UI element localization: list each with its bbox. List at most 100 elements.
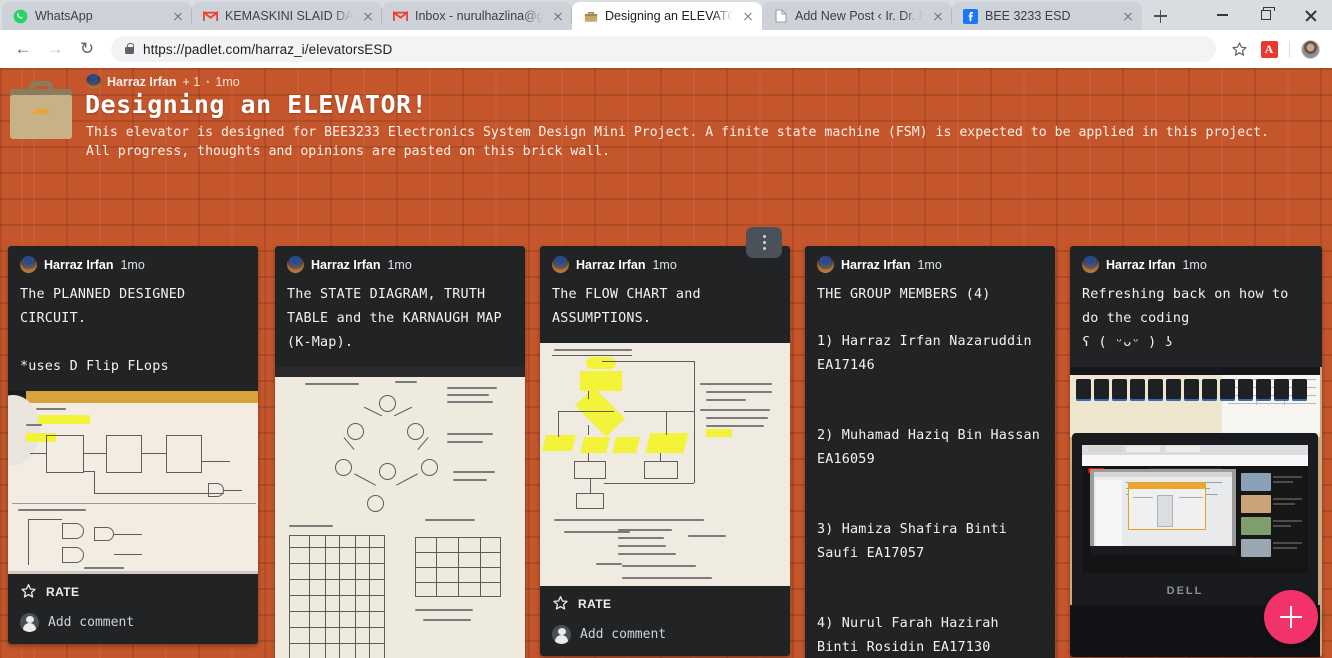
post-photo-state-diagram-kmap[interactable] [275, 367, 525, 658]
avatar [20, 256, 37, 273]
close-icon[interactable] [930, 8, 946, 24]
add-post-button[interactable] [1264, 590, 1318, 644]
address-bar[interactable]: https://padlet.com/harraz_i/elevatorsESD [111, 36, 1216, 62]
tab-title: BEE 3233 ESD [985, 9, 1071, 23]
byline-separator: • [206, 76, 210, 87]
avatar [287, 256, 304, 273]
post-author: Harraz Irfan [1106, 257, 1176, 272]
post-photo-flow-chart[interactable] [540, 343, 790, 586]
browser-tab-add-new-post[interactable]: Add New Post ‹ Ir. Dr. N [762, 2, 952, 30]
post-card[interactable]: Harraz Irfan 1mo The STATE DIAGRAM, TRUT… [275, 246, 525, 658]
dot [762, 235, 766, 238]
post-card[interactable]: Harraz Irfan 1mo The PLANNED DESIGNED CI… [8, 246, 258, 644]
tab-title: Designing an ELEVATOR [605, 9, 733, 23]
gmail-icon [203, 9, 218, 24]
post-text: The STATE DIAGRAM, TRUTH TABLE and the K… [287, 287, 502, 350]
add-comment-label: Add comment [48, 615, 135, 630]
gmail-icon [393, 9, 408, 24]
bookmark-star-icon[interactable] [1225, 35, 1253, 63]
byline-age: 1mo [215, 74, 240, 89]
post-author-row: Harraz Irfan 1mo [275, 246, 525, 275]
browser-toolbar: ← → ↻ https://padlet.com/harraz_i/elevat… [0, 30, 1332, 68]
close-icon[interactable] [170, 8, 186, 24]
post-text: The FLOW CHART and ASSUMPTIONS. [552, 287, 701, 326]
close-icon[interactable] [550, 8, 566, 24]
post-author: Harraz Irfan [841, 257, 911, 272]
avatar [817, 256, 834, 273]
post-footer: RATE Add comment [540, 586, 790, 656]
post-age: 1mo [120, 257, 145, 272]
browser-tab-whatsapp[interactable]: WhatsApp [2, 2, 192, 30]
add-comment-button[interactable]: Add comment [552, 625, 778, 644]
rate-button[interactable]: RATE [20, 583, 246, 600]
minimize-button[interactable] [1200, 0, 1244, 30]
star-icon [552, 595, 569, 612]
avatar [20, 613, 39, 632]
padlet-board: Harraz Irfan + 1 • 1mo Designing an ELEV… [0, 68, 1332, 658]
post-age: 1mo [1182, 257, 1207, 272]
add-comment-button[interactable]: Add comment [20, 613, 246, 632]
avatar [552, 625, 571, 644]
post-columns: Harraz Irfan 1mo The PLANNED DESIGNED CI… [0, 246, 1332, 658]
rate-label: RATE [578, 596, 612, 611]
close-window-button[interactable] [1288, 0, 1332, 30]
browser-tab-inbox-gmail[interactable]: Inbox - nurulhazlina@g [382, 2, 572, 30]
tab-title: WhatsApp [35, 9, 93, 23]
padlet-byline: Harraz Irfan + 1 • 1mo [86, 74, 1332, 89]
dot [762, 241, 766, 244]
board-options-menu[interactable] [746, 227, 782, 258]
browser-tab-designing-an-elevator[interactable]: Designing an ELEVATOR [572, 2, 762, 30]
url-text: https://padlet.com/harraz_i/elevatorsESD [143, 41, 393, 57]
column-4: Harraz Irfan 1mo THE GROUP MEMBERS (4) 1… [805, 246, 1055, 658]
rate-label: RATE [46, 584, 80, 599]
tab-title: Inbox - nurulhazlina@g [415, 9, 543, 23]
page-title: Designing an ELEVATOR! [85, 90, 428, 119]
profile-avatar-icon[interactable] [1296, 35, 1324, 63]
tab-title: KEMASKINI SLAID DATA [225, 9, 353, 23]
post-age: 1mo [917, 257, 942, 272]
pdf-glyph: A [1260, 40, 1278, 58]
post-author: Harraz Irfan [44, 257, 114, 272]
column-3: Harraz Irfan 1mo The FLOW CHART and ASSU… [540, 246, 790, 658]
rate-button[interactable]: RATE [552, 595, 778, 612]
column-2: Harraz Irfan 1mo The STATE DIAGRAM, TRUT… [275, 246, 525, 658]
close-icon[interactable] [360, 8, 376, 24]
post-text: The PLANNED DESIGNED CIRCUIT. *uses D Fl… [20, 287, 186, 374]
post-card[interactable]: Harraz Irfan 1mo THE GROUP MEMBERS (4) 1… [805, 246, 1055, 658]
browser-window: WhatsApp KEMASKINI SLAID DATA Inbox - nu… [0, 0, 1332, 68]
close-icon[interactable] [1120, 8, 1136, 24]
back-button[interactable]: ← [8, 34, 38, 64]
post-card[interactable]: Harraz Irfan 1mo The FLOW CHART and ASSU… [540, 246, 790, 656]
avatar [1082, 256, 1099, 273]
post-author: Harraz Irfan [576, 257, 646, 272]
post-text: Refreshing back on how to do the coding … [1082, 287, 1289, 350]
post-text: THE GROUP MEMBERS (4) 1) Harraz Irfan Na… [817, 287, 1041, 655]
post-author: Harraz Irfan [311, 257, 381, 272]
post-author-row: Harraz Irfan 1mo [1070, 246, 1322, 275]
avatar [86, 74, 101, 89]
post-author-row: Harraz Irfan 1mo [805, 246, 1055, 275]
post-age: 1mo [387, 257, 412, 272]
avatar [1300, 39, 1320, 59]
reload-button[interactable]: ↻ [72, 34, 102, 64]
column-1: Harraz Irfan 1mo The PLANNED DESIGNED CI… [8, 246, 258, 658]
forward-button[interactable]: → [40, 34, 70, 64]
post-photo-circuit-diagram[interactable] [8, 391, 258, 574]
page-description: This elevator is designed for BEE3233 El… [86, 125, 1269, 159]
close-icon[interactable] [740, 8, 756, 24]
byline-author[interactable]: Harraz Irfan [107, 75, 176, 89]
byline-collaborator-count[interactable]: + 1 [182, 75, 200, 89]
tab-strip: WhatsApp KEMASKINI SLAID DATA Inbox - nu… [0, 0, 1332, 30]
facebook-icon [963, 8, 978, 24]
maximize-restore-button[interactable] [1244, 0, 1288, 30]
post-age: 1mo [652, 257, 677, 272]
browser-tab-kemaskini-slaid-data[interactable]: KEMASKINI SLAID DATA [192, 2, 382, 30]
padlet-briefcase-icon [583, 9, 598, 24]
laptop-brand-text: DELL [1166, 585, 1204, 597]
dot [762, 247, 766, 250]
page-icon [773, 9, 788, 24]
adobe-pdf-extension-icon[interactable]: A [1255, 35, 1283, 63]
avatar [552, 256, 569, 273]
browser-tab-bee-3233-esd[interactable]: BEE 3233 ESD [952, 2, 1142, 30]
new-tab-button[interactable] [1146, 2, 1174, 30]
